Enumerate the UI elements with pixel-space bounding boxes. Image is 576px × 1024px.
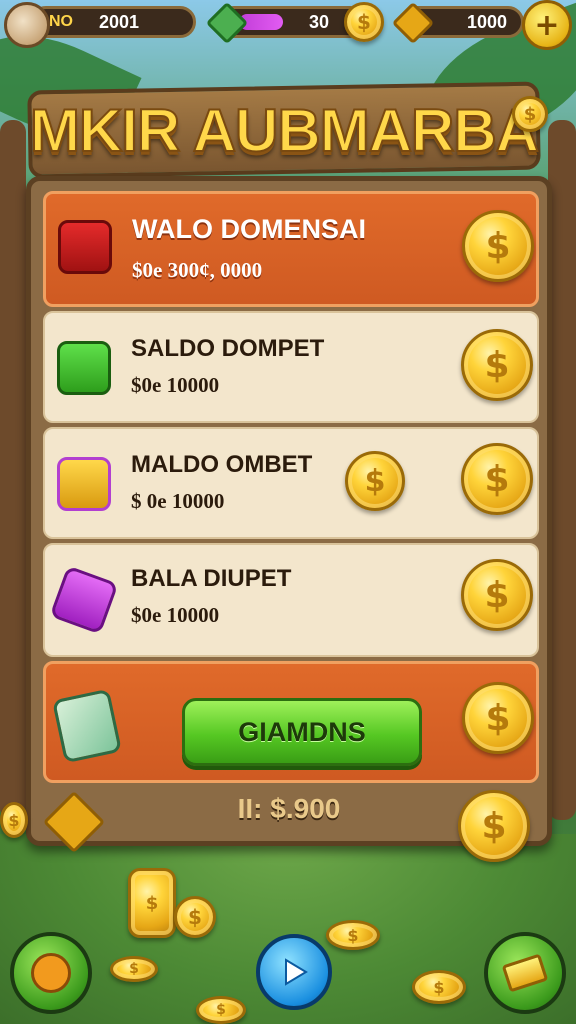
dollar-coin-icon: $ xyxy=(110,956,158,982)
add-icon: + xyxy=(534,7,560,43)
list-item: GIAMDNS $ xyxy=(43,661,539,783)
gold-card-icon xyxy=(57,457,111,511)
row-value: $0e 300¢, 0000 xyxy=(132,258,263,282)
play-button[interactable] xyxy=(256,934,332,1010)
list-item[interactable]: SALDO DOMPET $0e 10000 $ xyxy=(43,311,539,423)
level-display: NO 2001 xyxy=(30,6,196,38)
coin-stack-icon: $ xyxy=(128,868,176,938)
list-item[interactable]: BALA DIUPET $0e 10000 $ xyxy=(43,543,539,657)
play-icon xyxy=(285,958,308,986)
purple-ticket-icon xyxy=(49,565,119,635)
level-label: NO xyxy=(49,13,73,30)
row-value: $0e 10000 xyxy=(131,603,220,627)
claim-button[interactable]: GIAMDNS xyxy=(182,698,422,766)
dollar-coin-icon[interactable]: $ xyxy=(462,210,534,282)
pet-icon xyxy=(31,953,71,993)
dollar-coin-icon: $ xyxy=(326,920,380,950)
dollar-coin-icon: $ xyxy=(412,970,466,1004)
wallet-board: WALO DOMENSAI $0e 300¢, 0000 $ SALDO DOM… xyxy=(26,176,552,846)
top-hud: NO 2001 30 $ 1000 + xyxy=(0,0,576,50)
gold-value: 1000 xyxy=(466,11,507,32)
energy-value: 30 xyxy=(308,11,329,32)
dollar-coin-icon[interactable]: $ xyxy=(458,790,530,862)
dollar-coin-icon[interactable]: $ xyxy=(461,329,533,401)
player-avatar[interactable] xyxy=(4,2,50,48)
game-title: MKIR AUBMARBA xyxy=(29,96,540,165)
dollar-coin-icon: $ xyxy=(512,96,548,132)
level-value: 2001 xyxy=(99,11,140,32)
dollar-coin-icon: $ xyxy=(196,996,246,1024)
list-item[interactable]: MALDO OMBET $ 0e 10000 $ $ xyxy=(43,427,539,539)
list-item[interactable]: WALO DOMENSAI $0e 300¢, 0000 $ xyxy=(43,191,539,307)
dollar-coin-icon: $ xyxy=(174,896,216,938)
dollar-coin-icon: $ xyxy=(0,802,28,838)
row-value: $ 0e 10000 xyxy=(131,489,225,513)
dollar-coin-icon[interactable]: $ xyxy=(461,443,533,515)
pet-button[interactable] xyxy=(10,932,92,1014)
shop-button[interactable] xyxy=(484,932,566,1014)
cash-stack-icon xyxy=(51,688,123,764)
tree-trunk-decor xyxy=(0,120,26,820)
row-value: $0e 10000 xyxy=(131,373,220,397)
gold-bar-icon xyxy=(501,953,549,993)
gift-box-icon xyxy=(58,220,112,274)
dollar-coin-icon[interactable]: $ xyxy=(461,559,533,631)
row-title: BALA DIUPET xyxy=(131,565,292,592)
dollar-coin-icon[interactable]: $ xyxy=(462,682,534,754)
row-title: WALO DOMENSAI xyxy=(132,214,366,244)
add-currency-button[interactable]: + xyxy=(522,0,572,50)
green-wallet-icon xyxy=(57,341,111,395)
dollar-coin-icon: $ xyxy=(345,451,405,511)
row-title: MALDO OMBET xyxy=(131,451,313,478)
dollar-coin-icon: $ xyxy=(344,2,384,42)
row-title: SALDO DOMPET xyxy=(131,335,325,362)
tree-trunk-decor xyxy=(548,120,576,820)
